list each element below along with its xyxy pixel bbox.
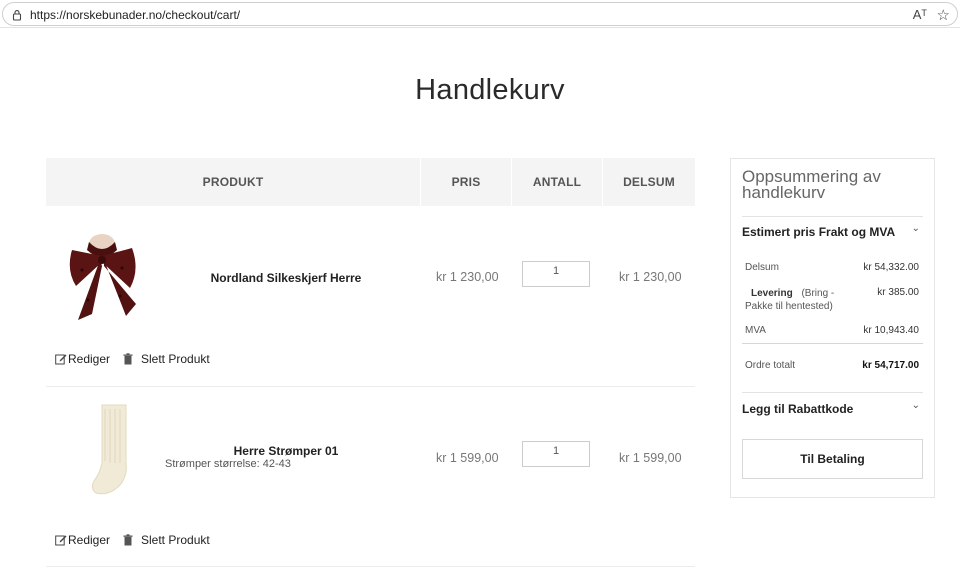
edit-label[interactable]: Rediger xyxy=(68,533,110,547)
summary-divider xyxy=(742,392,923,393)
product-subtotal: kr 1 230,00 xyxy=(619,270,682,284)
quantity-input[interactable] xyxy=(522,441,590,467)
summary-divider xyxy=(742,343,923,344)
row-divider xyxy=(46,566,695,567)
edit-button[interactable]: Rediger xyxy=(55,352,110,366)
delete-product-button[interactable]: Slett Produkt xyxy=(122,352,210,366)
delivery-label-bold: Levering xyxy=(751,288,793,299)
checkout-button[interactable]: Til Betaling xyxy=(742,439,923,479)
subtotal-label: Delsum xyxy=(745,262,779,273)
vat-value: kr 10,943.40 xyxy=(863,325,919,336)
row-divider xyxy=(46,386,695,387)
quantity-input[interactable] xyxy=(522,261,590,287)
order-total-label: Ordre totalt xyxy=(745,360,796,371)
url-text[interactable]: https://norskebunader.no/checkout/cart/ xyxy=(30,8,240,22)
header-qty: ANTALL xyxy=(532,175,582,189)
delete-label[interactable]: Slett Produkt xyxy=(141,352,210,366)
delivery-label: Levering (Bring - Pakke til hentested) xyxy=(745,287,855,313)
header-subtotal: DELSUM xyxy=(623,175,675,189)
product-image-sock[interactable] xyxy=(88,403,136,497)
header-price: PRIS xyxy=(451,175,481,189)
cart-table-header: PRODUKT PRIS ANTALL DELSUM xyxy=(46,158,695,206)
shipping-estimate-toggle[interactable]: Estimert pris Frakt og MVA xyxy=(742,225,895,239)
chevron-down-icon[interactable]: ⌄ xyxy=(912,400,920,411)
delete-product-button[interactable]: Slett Produkt xyxy=(122,533,210,547)
edit-icon xyxy=(55,535,67,546)
product-price: kr 1 599,00 xyxy=(436,451,499,465)
discount-code-toggle[interactable]: Legg til Rabattkode xyxy=(742,402,853,416)
order-total-value: kr 54,717.00 xyxy=(862,360,919,371)
edit-label[interactable]: Rediger xyxy=(68,352,110,366)
header-product: PRODUKT xyxy=(202,175,264,189)
url-field[interactable]: https://norskebunader.no/checkout/cart/ … xyxy=(2,2,958,26)
lock-icon xyxy=(12,10,22,21)
product-option: Strømper størrelse: 42-43 xyxy=(165,458,291,470)
product-name[interactable]: Herre Strømper 01 xyxy=(186,444,386,458)
order-summary: Oppsummering av handlekurv Estimert pris… xyxy=(730,158,935,498)
product-image-scarf[interactable] xyxy=(62,230,142,328)
product-price: kr 1 230,00 xyxy=(436,270,499,284)
summary-title: Oppsummering av handlekurv xyxy=(742,167,881,202)
product-subtotal: kr 1 599,00 xyxy=(619,451,682,465)
product-name[interactable]: Nordland Silkeskjerf Herre xyxy=(186,271,386,285)
page-title: Handlekurv xyxy=(415,74,565,106)
subtotal-value: kr 54,332.00 xyxy=(863,262,919,273)
favorite-star-icon[interactable]: ☆ xyxy=(937,6,950,24)
browser-address-bar: https://norskebunader.no/checkout/cart/ … xyxy=(0,0,960,28)
delivery-value: kr 385.00 xyxy=(877,287,919,298)
summary-divider xyxy=(742,216,923,217)
delete-label[interactable]: Slett Produkt xyxy=(141,533,210,547)
vat-label: MVA xyxy=(745,325,766,336)
edit-icon xyxy=(55,354,67,365)
edit-button[interactable]: Rediger xyxy=(55,533,110,547)
read-aloud-icon[interactable]: Aᵀ xyxy=(913,7,927,22)
chevron-down-icon[interactable]: ⌄ xyxy=(912,223,920,234)
trash-icon xyxy=(123,353,133,365)
trash-icon xyxy=(123,534,133,546)
